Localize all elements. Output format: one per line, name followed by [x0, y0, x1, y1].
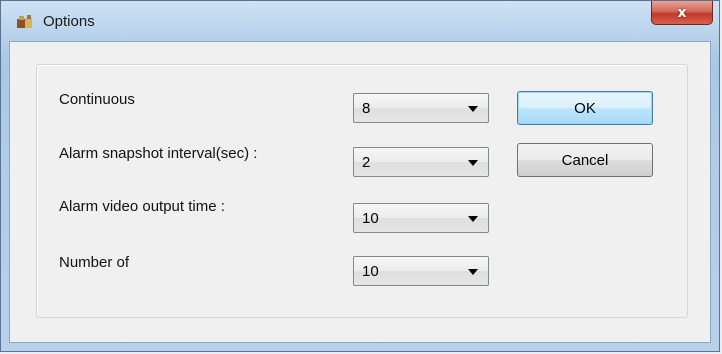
snapshot-interval-label: Alarm snapshot interval(sec) :: [59, 145, 258, 162]
window-title: Options: [43, 13, 95, 30]
video-output-time-select[interactable]: 10: [353, 203, 489, 233]
chevron-down-icon: [468, 106, 478, 112]
close-button[interactable]: x: [651, 1, 713, 25]
number-of-value: 10: [362, 263, 379, 280]
number-of-label: Number of: [59, 254, 130, 271]
chevron-down-icon: [468, 160, 478, 166]
continuous-select[interactable]: 8: [353, 93, 489, 123]
chevron-down-icon: [468, 216, 478, 222]
continuous-label: Continuous: [59, 91, 135, 108]
app-puzzle-icon: [17, 15, 32, 28]
number-of-select[interactable]: 10: [353, 256, 489, 286]
title-bar[interactable]: Options x: [1, 1, 719, 41]
snapshot-interval-value: 2: [362, 154, 371, 171]
dialog-client-area: Continuous 8 Alarm snapshot interval(sec…: [9, 41, 711, 343]
video-output-time-label: Alarm video output time :: [59, 198, 225, 215]
options-dialog: Options x Continuous 8 Alarm snapshot in…: [0, 0, 720, 352]
options-group: Continuous 8 Alarm snapshot interval(sec…: [36, 64, 688, 318]
continuous-value: 8: [362, 100, 371, 117]
chevron-down-icon: [468, 269, 478, 275]
video-output-time-value: 10: [362, 210, 379, 227]
close-icon: x: [677, 4, 687, 21]
cancel-button[interactable]: Cancel: [517, 143, 653, 177]
ok-button[interactable]: OK: [517, 91, 653, 125]
snapshot-interval-select[interactable]: 2: [353, 147, 489, 177]
